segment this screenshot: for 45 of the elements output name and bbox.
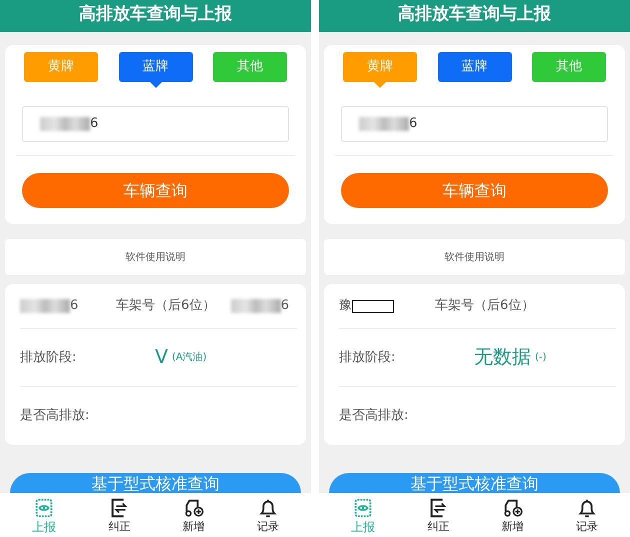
report-icon [352,497,374,519]
plate-input-field[interactable]: 6 [22,106,289,142]
emission-stage-note: (-) [535,351,546,365]
vehicle-query-button[interactable]: 车辆查询 [341,173,608,208]
nav-tab-label[interactable]: 记录 [576,520,598,534]
plate-tab[interactable]: 蓝牌 [438,52,512,82]
emission-stage-label: 排放阶段: [20,348,78,367]
frame-number-value: 6 [280,297,289,316]
nav-tab-label[interactable]: 新增 [502,520,524,534]
vehicle-add-icon [502,497,524,519]
blurred-text [359,117,409,131]
report-icon [33,497,56,519]
high-emission-label: 是否高排放: [20,407,90,426]
emission-stage-note: (A汽油) [172,350,207,365]
bell-icon [576,497,598,519]
plate-input-field[interactable]: 6 [341,106,608,142]
frame-number-label: 车架号（后6位） [116,297,216,316]
instructions-link[interactable]: 软件使用说明 [126,250,186,264]
redaction-box [352,300,394,312]
blurred-text [230,299,281,313]
nav-tab-label[interactable]: 上报 [351,520,376,534]
emission-stage-value: 无数据 [474,345,531,370]
blurred-text [40,117,90,131]
header-title: 高排放车查询与上报 [398,3,551,25]
blurred-text [20,299,70,313]
nav-tab-label[interactable]: 记录 [256,520,279,534]
model-approval-query-button[interactable]: 基于型式核准查询 [329,473,620,495]
header-title: 高排放车查询与上报 [79,3,232,25]
plate-text: 豫 [339,297,352,316]
nav-tab-label[interactable]: 新增 [182,520,205,534]
tab-pointer [150,82,162,88]
bell-icon [256,497,279,519]
vehicle-add-icon [182,497,205,519]
nav-tab-label[interactable]: 纠正 [108,520,130,534]
emission-stage-value: V [155,345,168,370]
plate-text: 6 [70,297,78,316]
instructions-link[interactable]: 软件使用说明 [444,250,504,264]
vehicle-query-button[interactable]: 车辆查询 [22,173,289,208]
model-approval-query-button[interactable]: 基于型式核准查询 [10,473,301,495]
high-emission-label: 是否高排放: [339,407,408,426]
nav-tab-label[interactable]: 上报 [32,520,56,534]
frame-number-label: 车架号（后6位） [435,297,534,316]
nav-tab-label[interactable]: 纠正 [427,520,450,534]
emission-stage-label: 排放阶段: [339,348,396,367]
tab-pointer [374,82,386,88]
